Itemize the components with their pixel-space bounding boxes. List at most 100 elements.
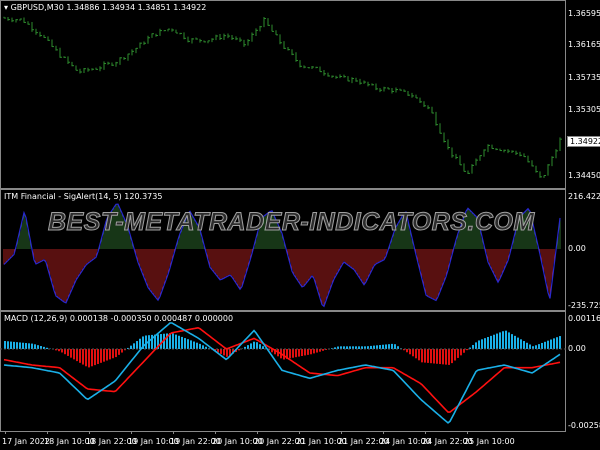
macd-histogram-bar — [34, 344, 36, 349]
macd-histogram-bar — [430, 349, 432, 364]
macd-histogram-bar — [10, 341, 12, 349]
price-pane-label: ▾ GBPUSD,M30 1.34886 1.34934 1.34851 1.3… — [4, 3, 206, 12]
price-axis-label: 1.35305 — [568, 105, 600, 114]
macd-histogram-bar — [76, 349, 78, 362]
macd-histogram-bar — [334, 347, 336, 349]
macd-histogram-bar — [451, 349, 453, 364]
macd-main-line — [3, 322, 561, 424]
macd-histogram-bar — [301, 349, 303, 357]
time-axis-label: 17 Jan 2022 — [2, 437, 50, 446]
macd-histogram-bar — [553, 338, 555, 349]
macd-histogram-bar — [505, 330, 507, 349]
macd-histogram-bar — [196, 342, 198, 349]
macd-histogram-bar — [103, 349, 105, 362]
macd-histogram-bar — [133, 343, 135, 349]
time-axis-label: 25 Jan 10:00 — [464, 437, 515, 446]
time-tick — [299, 431, 300, 434]
macd-histogram-bar — [238, 349, 240, 351]
macd-histogram-bar — [253, 341, 255, 349]
macd-histogram-bar — [370, 345, 372, 349]
macd-histogram-bar — [547, 340, 549, 349]
macd-histogram-bar — [109, 349, 111, 360]
macd-histogram-bar — [424, 349, 426, 363]
macd-histogram-bar — [106, 349, 108, 361]
macd-histogram-bar — [427, 349, 429, 363]
macd-histogram-bar — [79, 349, 81, 363]
macd-histogram-bar — [25, 343, 27, 349]
macd-axis-label: -0.002586 — [568, 421, 600, 430]
macd-histogram-bar — [82, 349, 84, 365]
macd-histogram-bar — [439, 349, 441, 365]
macd-histogram-bar — [523, 341, 525, 349]
time-tick — [47, 431, 48, 434]
macd-label: MACD (12,26,9) 0.000138 -0.000350 0.0004… — [4, 314, 234, 323]
macd-histogram-bar — [139, 338, 141, 349]
macd-histogram-bar — [442, 349, 444, 365]
macd-histogram-bar — [526, 342, 528, 349]
time-tick — [215, 431, 216, 434]
macd-axis-label: 0.00 — [568, 344, 586, 353]
macd-histogram-bar — [454, 349, 456, 361]
macd-histogram-bar — [478, 340, 480, 349]
macd-histogram-bar — [100, 349, 102, 363]
time-tick — [131, 431, 132, 434]
macd-histogram-bar — [481, 339, 483, 349]
macd-histogram-bar — [58, 349, 60, 352]
macd-histogram-bar — [184, 338, 186, 349]
macd-histogram-bar — [409, 349, 411, 355]
macd-histogram-bar — [388, 344, 390, 349]
macd-histogram-bar — [37, 345, 39, 349]
macd-histogram-bar — [28, 343, 30, 349]
macd-histogram-bar — [499, 332, 501, 349]
time-tick — [425, 431, 426, 434]
macd-histogram-bar — [262, 346, 264, 349]
macd-histogram-bar — [4, 341, 6, 349]
macd-histogram-bar — [121, 349, 123, 353]
macd-histogram-bar — [466, 349, 468, 351]
macd-histogram-bar — [226, 349, 228, 357]
time-tick — [89, 431, 90, 434]
macd-histogram-bar — [415, 349, 417, 359]
macd-histogram-bar — [112, 349, 114, 359]
macd-histogram-bar — [421, 349, 423, 363]
macd-histogram-bar — [172, 333, 174, 349]
macd-histogram-bar — [544, 341, 546, 349]
time-tick — [257, 431, 258, 434]
macd-histogram-bar — [199, 343, 201, 349]
symbol-label: GBPUSD,M30 — [10, 3, 64, 12]
macd-histogram-bar — [475, 342, 477, 349]
macd-histogram-bar — [7, 341, 9, 349]
macd-histogram-bar — [463, 349, 465, 353]
dropdown-triangle-icon[interactable]: ▾ — [4, 3, 8, 12]
time-tick — [383, 431, 384, 434]
macd-histogram-bar — [304, 349, 306, 356]
macd-histogram-bar — [514, 335, 516, 349]
macd-histogram-bar — [418, 349, 420, 361]
macd-histogram-bar — [379, 345, 381, 349]
macd-histogram-bar — [517, 337, 519, 349]
macd-histogram-bar — [70, 349, 72, 358]
macd-histogram-bar — [136, 341, 138, 349]
macd-histogram-bar — [316, 349, 318, 353]
ohlc-values: 1.34886 1.34934 1.34851 1.34922 — [66, 3, 207, 12]
macd-histogram-bar — [16, 342, 18, 349]
macd-histogram-bar — [493, 334, 495, 349]
macd-histogram-bar — [472, 344, 474, 349]
macd-histogram-bar — [118, 349, 120, 355]
macd-histogram-bar — [193, 341, 195, 349]
macd-histogram-bar — [85, 349, 87, 367]
macd-histogram-bar — [358, 346, 360, 349]
macd-histogram-bar — [250, 343, 252, 349]
macd-histogram-bar — [376, 345, 378, 349]
sigalert-label: ITM Financial - SigAlert(14, 5) 120.3735 — [4, 192, 163, 201]
macd-histogram-bar — [541, 342, 543, 349]
macd-histogram-bar — [295, 349, 297, 358]
price-axis-label: 1.34450 — [568, 171, 600, 180]
macd-histogram-bar — [445, 349, 447, 365]
time-tick — [173, 431, 174, 434]
macd-histogram-bar — [310, 349, 312, 355]
macd-histogram-bar — [223, 349, 225, 356]
macd-histogram-bar — [559, 336, 561, 349]
macd-histogram-bar — [496, 333, 498, 349]
macd-histogram-bar — [529, 344, 531, 349]
